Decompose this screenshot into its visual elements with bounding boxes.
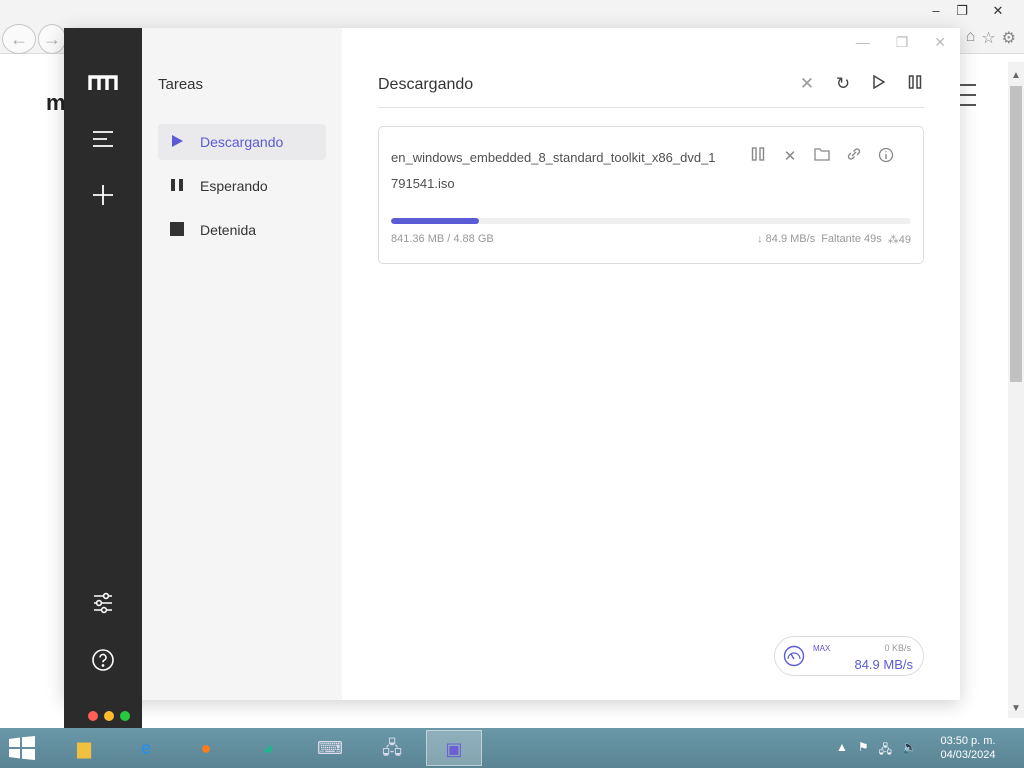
browser-tools: ⌂ ☆ ⚙ <box>966 28 1016 48</box>
info-icon[interactable] <box>877 147 895 167</box>
start-button[interactable] <box>8 736 36 760</box>
pause-icon <box>170 178 188 195</box>
speedometer-icon <box>783 645 805 667</box>
upload-speed: 0 KB/s <box>884 643 911 653</box>
minimize-dot[interactable] <box>104 711 114 721</box>
download-speed: ↓ 84.9 MB/s <box>757 233 816 245</box>
folder-icon: ▆ <box>77 738 91 758</box>
plus-icon[interactable] <box>64 184 142 211</box>
menu-icon[interactable] <box>64 130 142 153</box>
keyboard-app-button[interactable]: ⌨ <box>302 730 358 766</box>
volume-muted-icon[interactable]: 🔈 <box>902 740 917 761</box>
pause-icon[interactable] <box>906 72 924 96</box>
play-icon <box>170 134 188 151</box>
task-panel: Tareas Descargando Esperando Detenida <box>142 28 342 700</box>
star-icon[interactable]: ☆ <box>981 28 995 48</box>
close-dot[interactable] <box>88 711 98 721</box>
flag-icon[interactable]: ⚑ <box>858 740 869 761</box>
file-explorer-button[interactable]: ▆ <box>56 730 112 766</box>
clock-date: 04/03/2024 <box>940 749 996 761</box>
clock-time: 03:50 p. m. <box>940 735 996 747</box>
download-task-card[interactable]: en_windows_embedded_8_standard_toolkit_x… <box>378 126 924 264</box>
windows-logo-icon <box>9 736 35 760</box>
network-status-icon[interactable]: 🖧 <box>879 740 892 761</box>
speed-limit-label: MAX <box>813 644 831 653</box>
file-name: en_windows_embedded_8_standard_toolkit_x… <box>391 150 716 191</box>
taskbar: ▆ e ● ◕ ⌨ 🖧 ▣ ▲ ⚑ 🖧 🔈 03:50 p. m. 04/03/… <box>0 728 1024 768</box>
firefox-button[interactable]: ● <box>178 730 234 766</box>
task-item-stopped[interactable]: Detenida <box>158 212 326 248</box>
home-icon[interactable]: ⌂ <box>966 28 976 48</box>
minimize-icon[interactable]: — <box>856 34 870 51</box>
taskbar-clock[interactable]: 03:50 p. m. 04/03/2024 <box>936 734 1000 762</box>
question-circle-icon[interactable] <box>64 648 142 677</box>
task-actions: ✕ <box>749 147 895 167</box>
task-item-label: Esperando <box>200 178 268 194</box>
motrix-logo-icon <box>64 74 142 97</box>
task-item-label: Detenida <box>200 222 257 238</box>
network-icon: 🖧 <box>381 738 403 758</box>
list-actions: ✕ ↻ <box>798 72 924 96</box>
background-site-logo: m <box>46 90 66 115</box>
header-divider <box>378 107 924 108</box>
motrix-app-icon: ▣ <box>445 739 463 759</box>
scrollbar-thumb[interactable] <box>1010 86 1022 382</box>
task-item-waiting[interactable]: Esperando <box>158 168 326 204</box>
play-icon[interactable] <box>870 72 888 96</box>
maximize-dot[interactable] <box>120 711 130 721</box>
page-scrollbar[interactable]: ▲ ▼ <box>1008 62 1024 718</box>
download-progress-bar <box>391 218 911 224</box>
speed-indicator[interactable]: MAX 0 KB/s 84.9 MB/s <box>774 636 924 676</box>
maximize-icon[interactable]: ❐ <box>896 34 909 51</box>
total-download-speed: 84.9 MB/s <box>854 657 913 672</box>
close-icon[interactable]: ✕ <box>934 34 946 51</box>
page-title: Descargando <box>378 76 474 93</box>
scroll-up-icon[interactable]: ▲ <box>1008 70 1024 81</box>
window-traffic-lights <box>76 700 142 728</box>
download-manager-taskbar-button[interactable]: ▣ <box>426 730 482 766</box>
connections-count: ⁂49 <box>887 234 911 246</box>
close-icon[interactable]: ✕ <box>781 147 799 167</box>
app-window-controls: — ❐ ✕ <box>856 34 946 51</box>
pause-icon[interactable] <box>749 147 767 167</box>
tray-expand-icon[interactable]: ▲ <box>836 740 848 761</box>
refresh-icon[interactable]: ↻ <box>834 72 852 96</box>
system-tray: ▲ ⚑ 🖧 🔈 <box>836 740 917 761</box>
folder-icon[interactable] <box>813 147 831 167</box>
arrow-right-icon: → <box>43 29 61 49</box>
tasks-heading: Tareas <box>158 76 204 93</box>
back-button[interactable]: ← <box>2 24 36 54</box>
task-item-label: Descargando <box>200 134 284 150</box>
green-app-icon: ◕ <box>262 738 274 758</box>
progress-fill <box>391 218 480 224</box>
scroll-down-icon[interactable]: ▼ <box>1008 703 1024 714</box>
browser-close-button[interactable]: ✕ <box>982 0 1014 22</box>
arrow-left-icon: ← <box>10 29 28 49</box>
time-remaining: Faltante 49s <box>821 233 882 245</box>
keyboard-icon: ⌨ <box>317 738 343 758</box>
close-icon[interactable]: ✕ <box>798 72 816 96</box>
app-button[interactable]: ◕ <box>240 730 296 766</box>
link-icon[interactable] <box>845 147 863 167</box>
internet-explorer-button[interactable]: e <box>118 730 174 766</box>
task-item-downloading[interactable]: Descargando <box>158 124 326 160</box>
firefox-icon: ● <box>200 738 212 758</box>
network-app-button[interactable]: 🖧 <box>364 730 420 766</box>
main-panel: — ❐ ✕ Descargando ✕ ↻ en_windows_embedde… <box>342 28 960 700</box>
gear-icon[interactable]: ⚙ <box>1002 28 1016 48</box>
app-sidebar <box>64 28 142 728</box>
browser-restore-button[interactable]: ❐ <box>946 0 978 22</box>
background-menu-icon[interactable] <box>958 84 976 108</box>
stop-icon <box>170 221 188 239</box>
forward-button[interactable]: → <box>38 24 66 54</box>
internet-explorer-icon: e <box>140 738 151 758</box>
download-size: 841.36 MB / 4.88 GB <box>391 233 494 245</box>
download-manager-window: Tareas Descargando Esperando Detenida — … <box>64 28 960 728</box>
sliders-icon[interactable] <box>64 592 142 619</box>
download-stats: ↓ 84.9 MB/s Faltante 49s ⁂49 <box>757 233 911 246</box>
